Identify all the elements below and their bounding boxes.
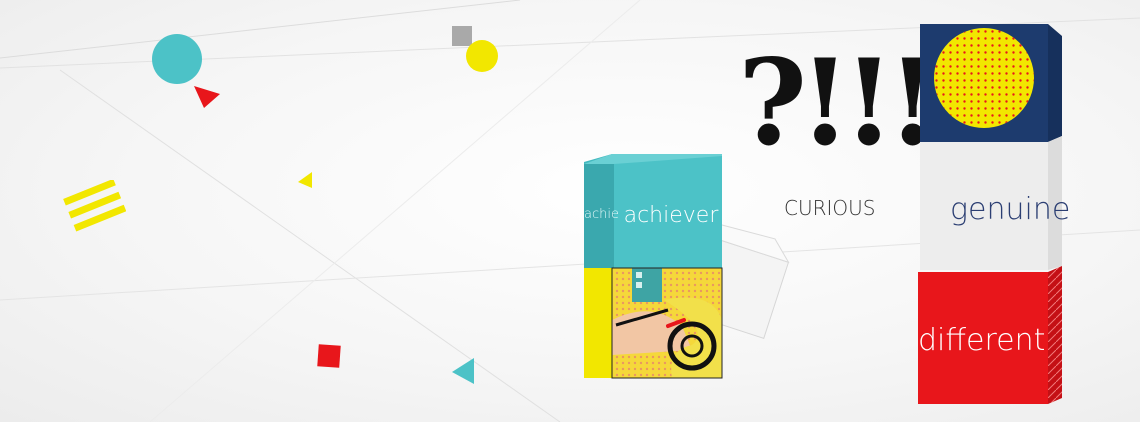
gray-square-shape	[452, 26, 472, 46]
yellow-stripes-shape	[63, 180, 126, 232]
red-triangle-shape	[194, 86, 220, 108]
genuine-label: genuine	[950, 192, 1071, 227]
different-label: different	[918, 323, 1046, 358]
yellow-triangle-shape	[298, 172, 312, 188]
teal-triangle-shape	[452, 358, 474, 384]
achiever-side-label: achiever	[584, 207, 618, 222]
question-marks-graphic: ?!!!	[738, 33, 939, 172]
hero-banner: achiever achiever ?!!! CURIOUS genuine d…	[0, 0, 1140, 422]
curious-label: CURIOUS	[784, 196, 876, 220]
yellow-circle-shape	[466, 40, 498, 72]
teal-circle-shape	[152, 34, 202, 84]
achiever-label: achiever	[623, 203, 719, 228]
red-square-shape	[317, 344, 341, 368]
